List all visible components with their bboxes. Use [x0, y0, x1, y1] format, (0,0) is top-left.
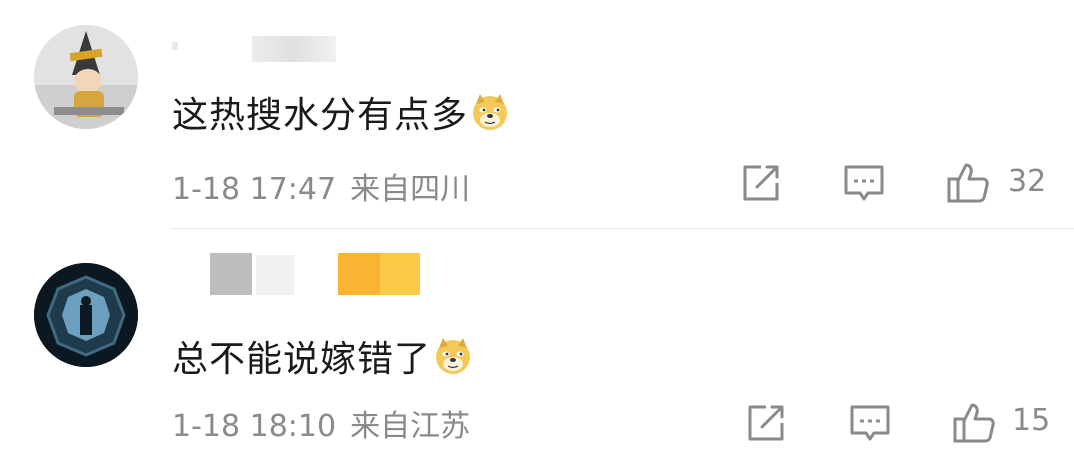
share-button[interactable] [744, 401, 788, 445]
comment-button[interactable] [842, 161, 886, 205]
tunnel-figure-avatar-image [34, 263, 138, 367]
username-redacted [172, 30, 342, 64]
comment-meta: 1-18 17:47 来自四川 [172, 164, 470, 208]
like-button[interactable] [946, 161, 990, 205]
comment-icon [850, 405, 890, 441]
avatar[interactable] [34, 25, 138, 129]
comment-location: 来自江苏 [350, 409, 471, 444]
comment-text: 这热搜水分有点多 [172, 86, 510, 138]
thumbs-up-icon [953, 403, 995, 443]
hat-figure-avatar-image [34, 25, 138, 129]
comment-text-content: 总不能说嫁错了 [172, 339, 432, 380]
like-button[interactable] [952, 401, 996, 445]
share-icon [748, 405, 784, 441]
share-button[interactable] [739, 161, 783, 205]
doge-emoji [433, 336, 473, 376]
share-icon [743, 165, 779, 201]
comment-meta: 1-18 18:10 来自江苏 [172, 401, 470, 445]
comment-item: 这热搜水分有点多 1-18 17:47 来自四川 32 [0, 0, 1074, 228]
comment-button[interactable] [848, 401, 892, 445]
thumbs-up-icon [947, 163, 989, 203]
comment-text-content: 这热搜水分有点多 [172, 95, 469, 136]
like-count: 32 [1008, 164, 1047, 199]
comment-time: 1-18 18:10 [172, 409, 337, 444]
comment-time: 1-18 17:47 [172, 172, 337, 207]
username-redacted [180, 251, 430, 301]
like-count: 15 [1012, 403, 1051, 438]
avatar[interactable] [34, 263, 138, 367]
comment-text: 总不能说嫁错了 [172, 330, 473, 382]
doge-emoji [470, 92, 510, 132]
comment-item: 总不能说嫁错了 1-18 18:10 来自江苏 15 [0, 229, 1074, 451]
comment-icon [844, 165, 884, 201]
comment-location: 来自四川 [350, 172, 471, 207]
